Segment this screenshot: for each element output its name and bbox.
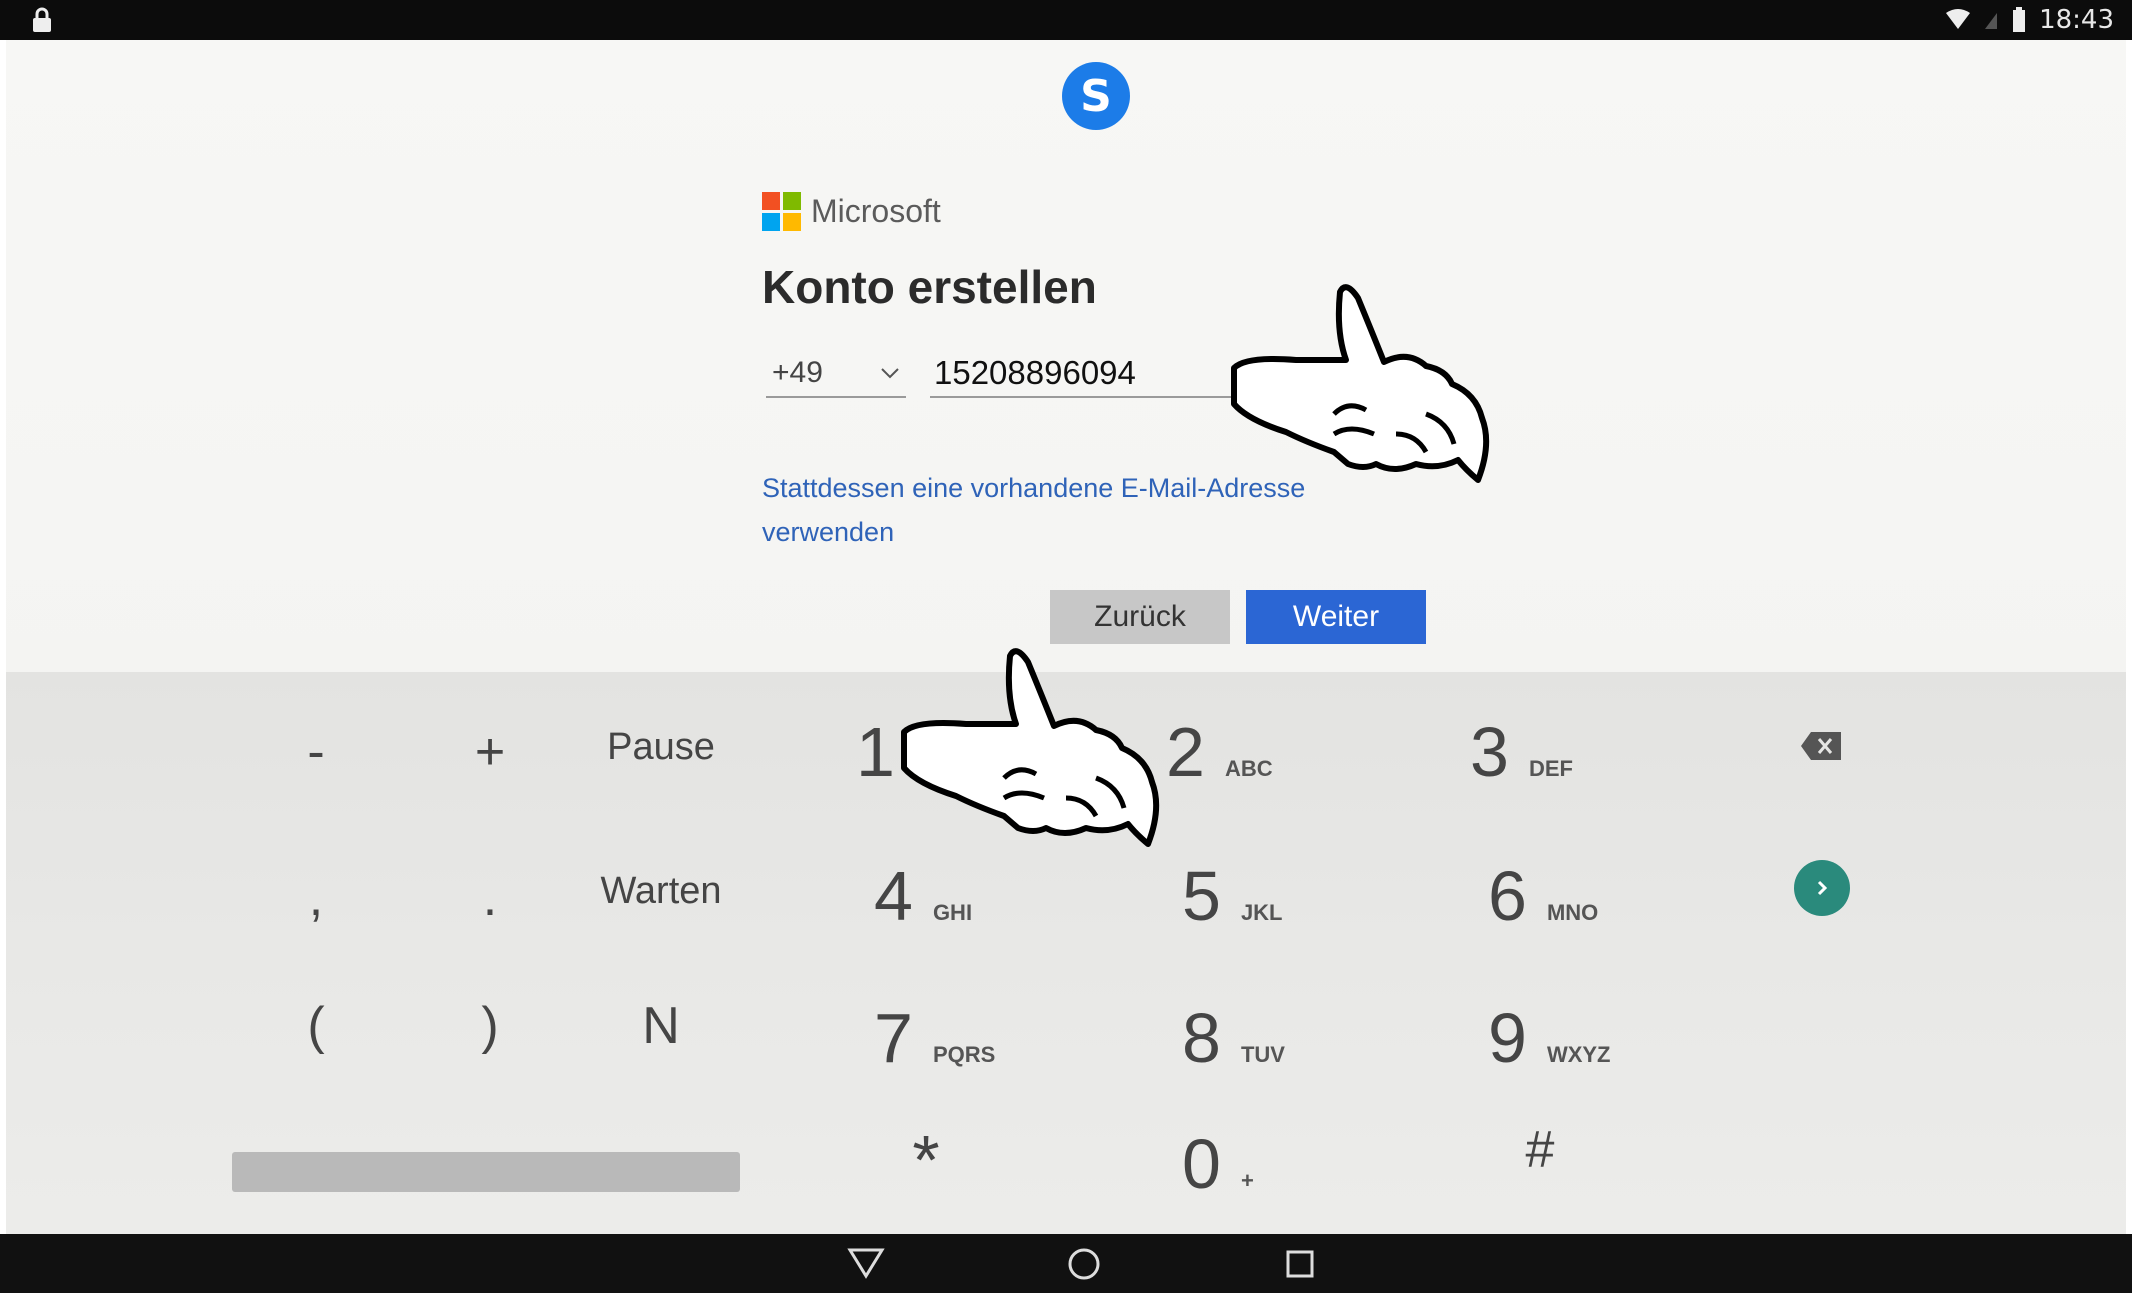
page-title: Konto erstellen (762, 261, 1097, 313)
navigation-bar (0, 1234, 2132, 1293)
battery-icon (2013, 7, 2026, 32)
microsoft-brand: Microsoft (762, 192, 941, 231)
key-7[interactable]: 7 PQRS (874, 998, 1094, 1088)
clock: 18:43 (2039, 5, 2114, 35)
pointing-hand-icon (1231, 284, 1490, 483)
signal-icon (1985, 13, 1998, 29)
backspace-key[interactable] (1796, 730, 1846, 780)
wifi-icon (1946, 9, 1971, 29)
home-circle-icon[interactable] (1064, 1244, 1104, 1284)
key-4[interactable]: 4 GHI (874, 856, 1074, 946)
chevron-right-icon (1817, 880, 1828, 896)
key-plus[interactable]: + (450, 722, 530, 802)
enter-button[interactable] (1794, 860, 1850, 916)
key-period[interactable]: . (450, 868, 530, 948)
key-minus[interactable]: - (276, 722, 356, 802)
pointing-hand-icon (901, 648, 1160, 847)
skype-logo: S (1062, 62, 1130, 130)
key-8[interactable]: 8 TUV (1182, 998, 1382, 1088)
microsoft-label: Microsoft (811, 193, 941, 229)
backspace-icon (1801, 732, 1841, 760)
key-comma[interactable]: , (276, 868, 356, 948)
key-0[interactable]: 0 + (1182, 1124, 1342, 1214)
country-code-select[interactable]: +49 (766, 350, 906, 398)
key-left-paren[interactable]: ( (276, 996, 356, 1086)
recents-square-icon[interactable] (1280, 1244, 1320, 1284)
key-right-paren[interactable]: ) (450, 996, 530, 1086)
space-bar[interactable] (232, 1152, 740, 1192)
key-n[interactable]: N (606, 996, 716, 1086)
key-3[interactable]: 3 DEF (1470, 712, 1670, 802)
back-button[interactable]: Zurück (1050, 590, 1230, 644)
back-triangle-icon[interactable] (846, 1244, 886, 1280)
key-star[interactable]: * (876, 1120, 976, 1220)
key-hash[interactable]: # (1490, 1120, 1590, 1220)
country-code-value: +49 (772, 356, 823, 389)
key-wait[interactable]: Warten (566, 870, 756, 950)
key-5[interactable]: 5 JKL (1182, 856, 1382, 946)
chevron-down-icon (881, 368, 899, 379)
key-pause[interactable]: Pause (566, 726, 756, 806)
key-2[interactable]: 2 ABC (1166, 712, 1366, 802)
key-9[interactable]: 9 WXYZ (1488, 998, 1708, 1088)
next-button[interactable]: Weiter (1246, 590, 1426, 644)
lock-icon (33, 7, 51, 32)
status-icons: 18:43 (1945, 4, 2114, 36)
microsoft-logo-icon (762, 192, 801, 231)
key-6[interactable]: 6 MNO (1488, 856, 1688, 946)
status-bar: 18:43 (0, 0, 2132, 40)
